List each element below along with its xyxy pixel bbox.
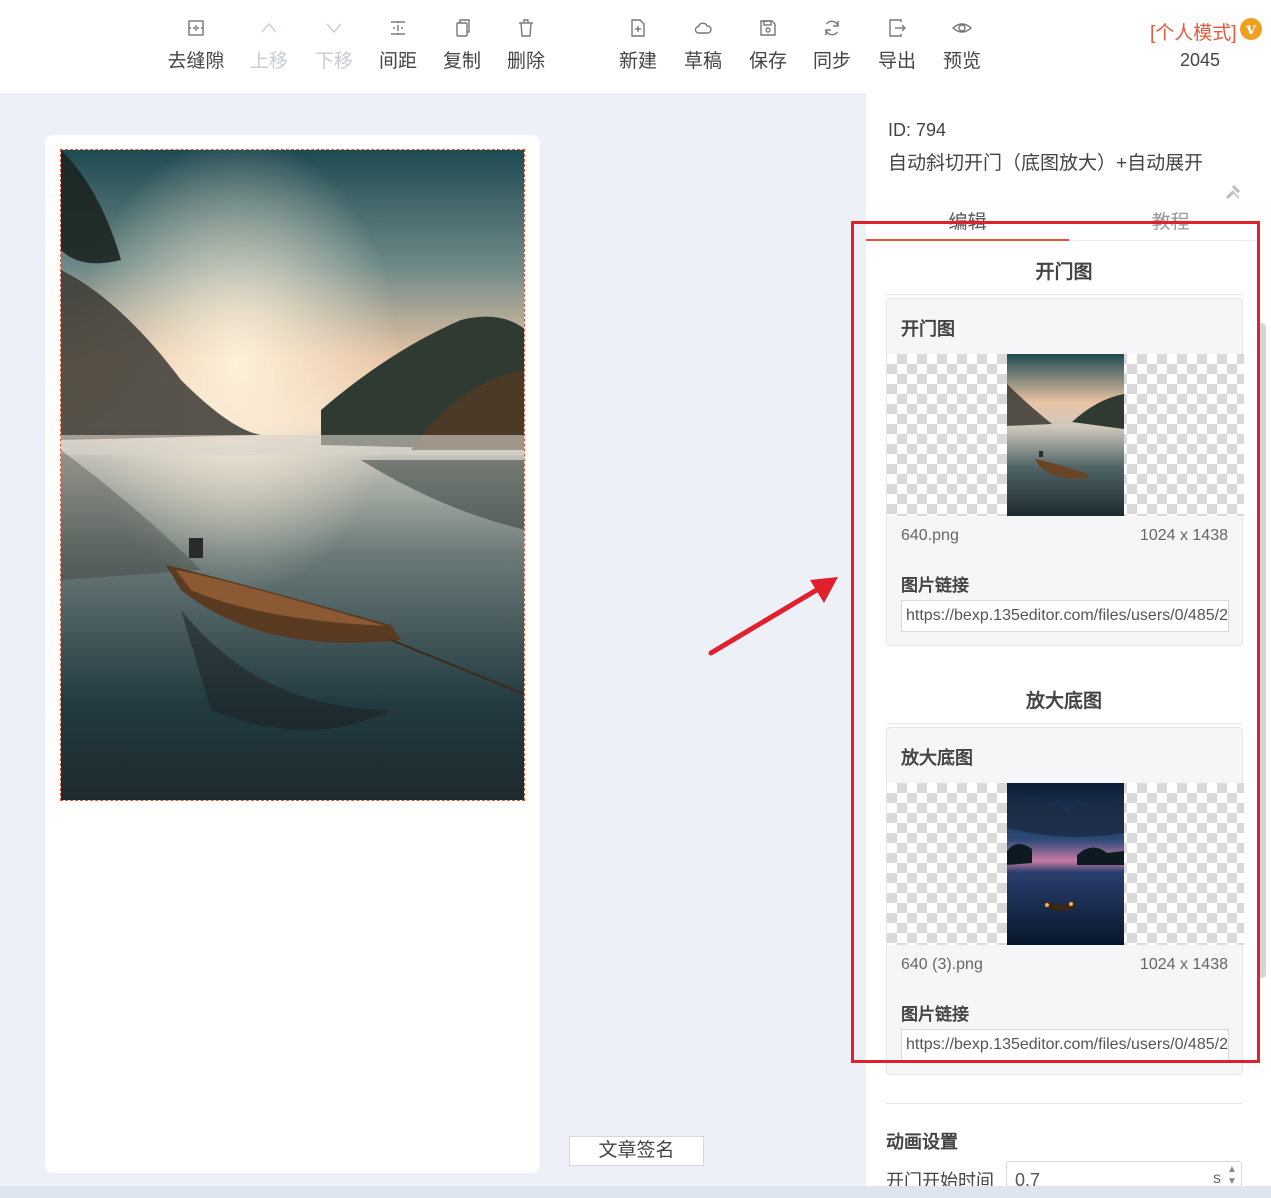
door-image-box: 开门图 640.png 1024 x 1438 图片链接 https://bex… (886, 298, 1244, 646)
base-image-heading: 放大底图 (886, 686, 1242, 724)
lake-thumbnail-illustration (1007, 354, 1124, 516)
door-image-title: 开门图 (901, 319, 955, 339)
chevron-down-icon (326, 23, 342, 34)
credit-count: 2045 (1180, 50, 1221, 70)
template-name: 自动斜切开门（底图放大）+自动展开 (888, 153, 1204, 174)
export-label: 导出 (877, 51, 916, 72)
lake-boat-illustration (61, 150, 524, 800)
delete-label: 删除 (506, 51, 545, 72)
personal-mode-toggle[interactable]: [个人模式] v 2045 (1150, 18, 1265, 70)
door-image-link-label: 图片链接 (901, 576, 969, 595)
remove-gap-button[interactable]: 去缝隙 (164, 18, 228, 73)
door-image-heading: 开门图 (886, 257, 1242, 295)
eye-icon (952, 23, 972, 33)
active-tab-indicator (866, 239, 1069, 241)
copy-label: 复制 (442, 51, 481, 72)
animation-settings-heading: 动画设置 (886, 1103, 1242, 1154)
trash-icon (519, 19, 533, 37)
spacing-label: 间距 (378, 51, 417, 72)
door-image-thumbnail[interactable] (1007, 354, 1124, 516)
delete-button[interactable]: 删除 (494, 18, 558, 73)
preview-label: 预览 (942, 51, 981, 72)
panel-tabs: 编辑 教程 (866, 199, 1258, 241)
chevron-up-icon (261, 22, 277, 33)
base-image-thumbnail[interactable] (1007, 783, 1124, 945)
panel-scrollbar[interactable] (1258, 323, 1266, 978)
base-image-link-label: 图片链接 (901, 1005, 969, 1024)
base-image-dimensions: 1024 x 1438 (1139, 956, 1228, 973)
night-lake-thumbnail-illustration (1007, 783, 1124, 945)
spacing-button[interactable]: 间距 (366, 18, 430, 73)
door-image-filename: 640.png (901, 527, 959, 544)
sync-icon (825, 20, 839, 36)
copy-icon (456, 19, 470, 37)
new-file-icon (631, 19, 645, 37)
save-label: 保存 (748, 51, 787, 72)
preview-button[interactable]: 预览 (930, 18, 994, 73)
base-image-link-input[interactable]: https://bexp.135editor.com/files/users/0… (901, 1029, 1229, 1061)
save-button[interactable]: 保存 (736, 18, 800, 73)
tab-edit[interactable]: 编辑 (866, 207, 1069, 234)
sync-label: 同步 (812, 51, 851, 72)
door-image-dimensions: 1024 x 1438 (1139, 527, 1228, 544)
draft-button[interactable]: 草稿 (671, 18, 735, 73)
door-image-link-input[interactable]: https://bexp.135editor.com/files/users/0… (901, 600, 1229, 632)
remove-gap-label: 去缝隙 (167, 51, 225, 72)
cloud-icon (694, 22, 712, 34)
spacing-icon (391, 21, 405, 35)
save-icon (760, 20, 776, 36)
move-down-button[interactable]: 下移 (302, 18, 366, 73)
move-up-label: 上移 (249, 51, 288, 72)
top-toolbar: 去缝隙 上移 下移 间距 复制 删除 新建 草稿 保存 同步 导出 预览 [个人… (0, 0, 1271, 93)
remove-gap-icon (188, 20, 204, 36)
export-icon (889, 19, 906, 37)
stepper-arrows-icon[interactable]: ▲ ▼ (1225, 1164, 1239, 1188)
tab-tutorial[interactable]: 教程 (1069, 207, 1271, 234)
sync-button[interactable]: 同步 (800, 18, 864, 73)
draft-label: 草稿 (683, 51, 722, 72)
new-label: 新建 (618, 51, 657, 72)
move-up-button[interactable]: 上移 (237, 18, 301, 73)
base-image-title: 放大底图 (901, 748, 973, 768)
bottom-status-strip (0, 1186, 1271, 1198)
article-signature-button[interactable]: 文章签名 (569, 1136, 704, 1166)
red-arrow-icon (708, 577, 838, 656)
base-image-box: 放大底图 640 (3).png 1024 x 1438 图片链接 https:… (886, 727, 1244, 1075)
mode-label: [个人模式] (1150, 23, 1237, 44)
template-id: ID: 794 (888, 120, 947, 140)
lake-boat-image[interactable] (60, 149, 525, 801)
new-button[interactable]: 新建 (606, 18, 670, 73)
move-down-label: 下移 (314, 51, 353, 72)
copy-button[interactable]: 复制 (430, 18, 494, 73)
settings-panel: ID: 794 自动斜切开门（底图放大）+自动展开 编辑 教程 开门图 开门图 (866, 93, 1271, 1198)
vip-badge-icon: v (1240, 18, 1262, 40)
export-button[interactable]: 导出 (865, 18, 929, 73)
base-image-filename: 640 (3).png (901, 956, 983, 973)
